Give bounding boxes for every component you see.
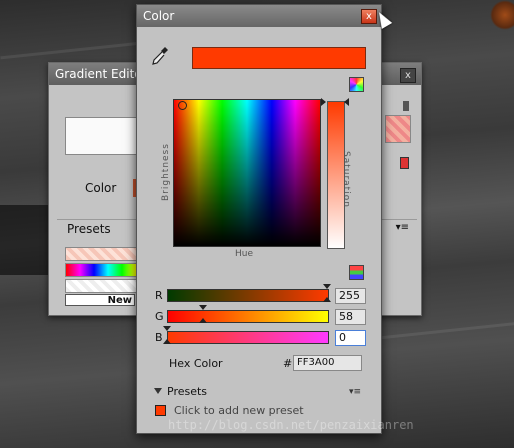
presets-menu-icon[interactable]: ▾≡: [349, 387, 361, 397]
gradient-presets-label: Presets: [67, 222, 111, 236]
slider-mode-icon[interactable]: [349, 265, 364, 280]
gradient-color-marker[interactable]: [400, 157, 409, 169]
preset-color-chip[interactable]: [155, 405, 166, 416]
green-label: G: [155, 310, 164, 323]
gradient-editor-close-button[interactable]: x: [400, 68, 416, 83]
red-value-field[interactable]: 255: [335, 288, 366, 304]
blue-slider-thumb[interactable]: [163, 339, 171, 344]
blue-label: B: [155, 331, 163, 344]
background-glow: [490, 0, 514, 30]
color-picker-titlebar[interactable]: Color: [137, 5, 381, 27]
gradient-new-preset-button[interactable]: New: [65, 294, 135, 306]
blue-slider-thumb[interactable]: [163, 326, 171, 331]
gradient-presets-menu-icon[interactable]: ▾≡: [396, 222, 409, 233]
brightness-axis-label: Brightness: [161, 143, 171, 201]
gradient-preset-item[interactable]: [65, 263, 137, 277]
saturation-axis-label: Saturation: [341, 151, 351, 208]
hex-color-input[interactable]: FF3A00: [293, 355, 362, 371]
background-streak: [360, 321, 514, 342]
green-slider-thumb[interactable]: [199, 318, 208, 323]
eyedropper-icon[interactable]: [151, 45, 169, 67]
gradient-preset-item[interactable]: [65, 279, 137, 293]
blue-value-field[interactable]: 0: [335, 330, 366, 346]
saturation-marker-right[interactable]: [344, 98, 349, 106]
add-preset-label[interactable]: Click to add new preset: [174, 404, 304, 417]
gradient-color-label: Color: [85, 181, 117, 195]
watermark-text: http://blog.csdn.net/penzaixianren: [168, 418, 414, 432]
color-picker-window: Color x Brightness Saturation Hue R 255 …: [136, 4, 393, 434]
color-picker-title: Color: [143, 9, 175, 23]
saturation-marker-left[interactable]: [321, 98, 326, 106]
green-slider[interactable]: [167, 310, 329, 323]
green-slider-thumb[interactable]: [199, 305, 208, 310]
gradient-editor-title: Gradient Editor: [55, 67, 147, 81]
red-label: R: [155, 289, 163, 302]
current-color-swatch[interactable]: [192, 47, 366, 69]
red-slider[interactable]: [167, 289, 329, 302]
hex-hash-label: #: [283, 357, 293, 370]
presets-label[interactable]: Presets: [167, 385, 207, 398]
gradient-preview-swatch[interactable]: [65, 117, 139, 155]
blue-slider[interactable]: [167, 331, 329, 344]
color-mode-icon[interactable]: [349, 77, 364, 92]
gradient-stop-swatch[interactable]: [385, 115, 411, 143]
hex-color-label: Hex Color: [169, 357, 223, 370]
color-field-cursor[interactable]: [178, 101, 187, 110]
gradient-alpha-marker[interactable]: [403, 101, 409, 111]
presets-foldout-icon[interactable]: [154, 388, 162, 394]
gradient-preset-item[interactable]: [65, 247, 137, 261]
red-slider-thumb[interactable]: [323, 284, 331, 289]
red-slider-thumb[interactable]: [323, 297, 331, 302]
green-value-field[interactable]: 58: [335, 309, 366, 325]
hue-axis-label: Hue: [235, 249, 254, 259]
hue-brightness-field[interactable]: [173, 99, 321, 247]
